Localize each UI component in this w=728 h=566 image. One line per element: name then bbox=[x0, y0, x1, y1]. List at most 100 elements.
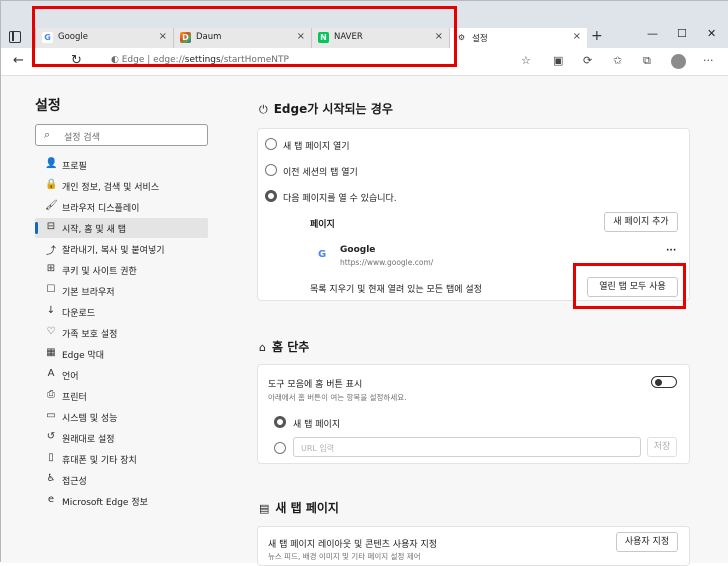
sidebar-item-icon: 🖌 bbox=[45, 200, 58, 211]
favorite-star-icon[interactable]: ☆ bbox=[521, 54, 531, 67]
sidebar-item[interactable]: ⤴ 잘라내기, 복사 및 붙여넣기 bbox=[35, 239, 208, 259]
tab-settings[interactable]: ⚙ 설정 × bbox=[449, 28, 587, 48]
settings-title: 설정 bbox=[35, 98, 61, 114]
highlight-tabs-box bbox=[32, 6, 457, 67]
clear-text: 목록 지우기 및 현재 열려 있는 모든 탭에 설정 bbox=[310, 285, 482, 295]
customize-desc: 뉴스 피드, 배경 이미지 및 기타 페이지 설정 제어 bbox=[268, 552, 421, 561]
window-close-button[interactable]: ✕ bbox=[707, 27, 716, 40]
radio-home-url[interactable] bbox=[274, 442, 286, 454]
sidebar-item-label: 브라우저 디스플레이 bbox=[62, 204, 140, 214]
gear-icon: ⚙ bbox=[457, 33, 466, 42]
radio-home-ntp[interactable] bbox=[274, 416, 286, 428]
sidebar-item-label: 언어 bbox=[62, 372, 79, 382]
power-icon: ⏻ bbox=[259, 103, 268, 116]
sidebar-item-icon: ▯ bbox=[48, 452, 54, 463]
home-section-title: ⌂ 홈 단추 bbox=[259, 340, 310, 354]
profile-avatar[interactable] bbox=[671, 54, 686, 69]
sidebar-item-label: Edge 막대 bbox=[62, 351, 105, 361]
sidebar-item-label: 쿠키 및 사이트 권한 bbox=[62, 267, 137, 277]
highlight-button-box bbox=[573, 263, 686, 309]
customize-button[interactable]: 사용자 지정 bbox=[616, 532, 678, 552]
sidebar-item-icon: ⊞ bbox=[46, 263, 56, 274]
sidebar-item[interactable]: ♿ 접근성 bbox=[35, 470, 208, 490]
sidebar-item-label: 가족 보호 설정 bbox=[62, 330, 118, 340]
sidebar-item-icon: ⊟ bbox=[46, 221, 56, 232]
newtab-page-icon: ▤ bbox=[259, 502, 270, 515]
more-menu-icon[interactable]: ··· bbox=[703, 54, 714, 67]
save-button[interactable]: 저장 bbox=[647, 437, 677, 457]
sidebar-item[interactable]: A 언어 bbox=[35, 365, 208, 385]
settings-content: ⏻ Edge가 시작되는 경우 새 탭 페이지 열기 이전 세션의 탭 열기 다음… bbox=[226, 76, 728, 566]
sidebar-item-label: 접근성 bbox=[62, 477, 87, 487]
page-url: https://www.google.com/ bbox=[340, 258, 434, 267]
sidebar-item-label: 프린터 bbox=[62, 393, 87, 403]
radio-new-tab[interactable] bbox=[265, 138, 277, 150]
favorites-icon[interactable]: ✩ bbox=[613, 54, 622, 67]
tab-close-icon[interactable]: × bbox=[573, 31, 581, 42]
settings-search-input[interactable]: ⌕ 설정 검색 bbox=[35, 124, 208, 146]
sidebar-item-label: 개인 정보, 검색 및 서비스 bbox=[62, 183, 160, 193]
sidebar-item[interactable]: ↺ 원래대로 설정 bbox=[35, 428, 208, 448]
sidebar-item-icon: A bbox=[47, 368, 55, 379]
sidebar-item[interactable]: ⊞ 쿠키 및 사이트 권한 bbox=[35, 260, 208, 280]
settings-sidebar: 설정 ⌕ 설정 검색 👤 프로필 🔒 개인 정보, 검색 및 서비스 🖌 브라우저 디스플… bbox=[1, 76, 226, 563]
sidebar-item[interactable]: ♡ 가족 보호 설정 bbox=[35, 323, 208, 343]
sidebar-item-label: 시스템 및 성능 bbox=[62, 414, 118, 424]
newtab-card: 새 탭 페이지 레이아웃 및 콘텐츠 사용자 지정 뉴스 피드, 배경 이미지 … bbox=[257, 526, 690, 566]
sidebar-item[interactable]: ☐ 기본 브라우저 bbox=[35, 281, 208, 301]
sidebar-item-icon: ☐ bbox=[46, 284, 56, 295]
radio-previous-session[interactable] bbox=[265, 164, 277, 176]
extension-icon[interactable]: ▣ bbox=[553, 54, 563, 67]
tab-actions-icon[interactable] bbox=[9, 31, 21, 43]
sidebar-item[interactable]: 🔒 개인 정보, 검색 및 서비스 bbox=[35, 176, 208, 196]
radio-label: 이전 세션의 탭 열기 bbox=[283, 168, 358, 178]
home-card: 도구 모음에 홈 버튼 표시 아래에서 홈 버튼이 여는 항목을 설정하세요. … bbox=[257, 364, 690, 464]
add-page-button[interactable]: 새 페이지 추가 bbox=[604, 212, 678, 232]
sidebar-item[interactable]: ⊟ 시작, 홈 및 새 탭 bbox=[35, 218, 208, 238]
sidebar-item-label: 시작, 홈 및 새 탭 bbox=[62, 225, 126, 235]
sidebar-item-label: 기본 브라우저 bbox=[62, 288, 115, 298]
minimize-button[interactable]: — bbox=[647, 27, 658, 40]
sidebar-item-icon: 🔒 bbox=[45, 179, 58, 190]
sidebar-item[interactable]: 👤 프로필 bbox=[35, 155, 208, 175]
sidebar-item-label: 다운로드 bbox=[62, 309, 96, 319]
sidebar-item[interactable]: e Microsoft Edge 정보 bbox=[35, 491, 208, 511]
sidebar-item-icon: ⎙ bbox=[47, 389, 55, 400]
browser-window: G Google × D Daum × N NAVER × ⚙ 설정 × + —… bbox=[0, 0, 728, 566]
home-button-toggle[interactable] bbox=[651, 376, 677, 388]
sidebar-item[interactable]: ▯ 휴대폰 및 기타 장치 bbox=[35, 449, 208, 469]
sidebar-item[interactable]: ▦ Edge 막대 bbox=[35, 344, 208, 364]
pages-label: 페이지 bbox=[310, 220, 335, 230]
google-favicon-icon: G bbox=[318, 249, 327, 260]
home-toggle-desc: 아래에서 홈 버튼이 여는 항목을 설정하세요. bbox=[268, 393, 407, 402]
sidebar-item[interactable]: ▭ 시스템 및 성능 bbox=[35, 407, 208, 427]
radio-label: 새 탭 페이지 열기 bbox=[283, 142, 350, 152]
tab-title: 설정 bbox=[472, 34, 488, 44]
sidebar-item-label: 잘라내기, 복사 및 붙여넣기 bbox=[62, 246, 165, 256]
sidebar-item[interactable]: 🖌 브라우저 디스플레이 bbox=[35, 197, 208, 217]
page-more-menu[interactable]: ··· bbox=[666, 246, 676, 256]
customize-label: 새 탭 페이지 레이아웃 및 콘텐츠 사용자 지정 bbox=[268, 540, 438, 550]
sidebar-item-icon: e bbox=[47, 494, 55, 505]
home-url-input[interactable]: URL 입력 bbox=[293, 437, 641, 457]
home-toggle-label: 도구 모음에 홈 버튼 표시 bbox=[268, 380, 363, 390]
new-tab-button[interactable]: + bbox=[591, 28, 603, 44]
sidebar-item-icon: ▦ bbox=[46, 347, 56, 358]
page-name: Google bbox=[340, 245, 376, 255]
sidebar-item-icon: ⤴ bbox=[46, 246, 56, 257]
sidebar-item-label: Microsoft Edge 정보 bbox=[62, 498, 148, 508]
maximize-button[interactable]: ☐ bbox=[677, 27, 687, 40]
collections-icon[interactable]: ⧉ bbox=[643, 54, 651, 68]
sidebar-item-icon: 👤 bbox=[45, 158, 58, 169]
sidebar-item-icon: ♿ bbox=[46, 473, 56, 484]
sidebar-item[interactable]: ↓ 다운로드 bbox=[35, 302, 208, 322]
sidebar-item-icon: ↓ bbox=[46, 305, 56, 316]
sidebar-item[interactable]: ⎙ 프린터 bbox=[35, 386, 208, 406]
home-icon: ⌂ bbox=[259, 341, 266, 354]
radio-label: 다음 페이지를 열 수 있습니다. bbox=[283, 194, 397, 204]
puzzle-icon[interactable]: ⟳ bbox=[583, 54, 592, 67]
radio-specific-pages[interactable] bbox=[265, 190, 277, 202]
newtab-section-title: ▤ 새 탭 페이지 bbox=[259, 501, 339, 515]
back-arrow-icon[interactable]: ← bbox=[13, 53, 24, 68]
sidebar-item-label: 원래대로 설정 bbox=[62, 435, 115, 445]
